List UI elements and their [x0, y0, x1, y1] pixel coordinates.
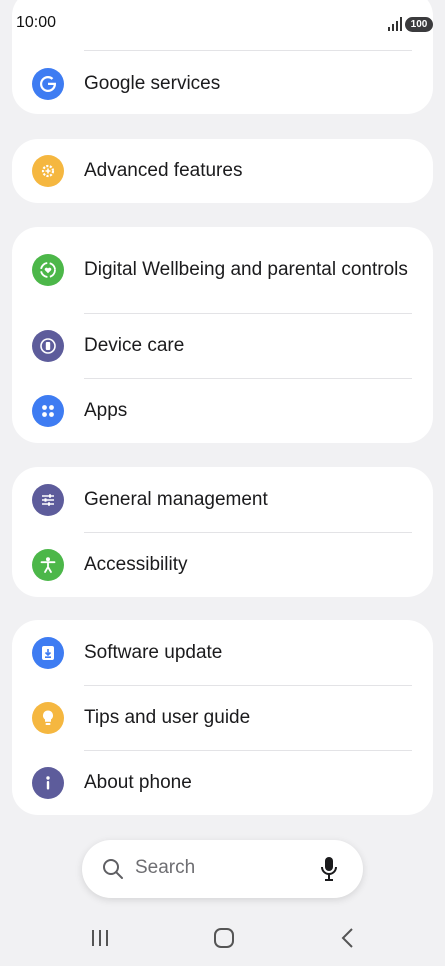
settings-row-advanced-features[interactable]: Advanced features — [12, 139, 433, 203]
settings-row-apps[interactable]: Apps — [12, 378, 433, 443]
camera-cutout — [209, 12, 236, 39]
settings-row-label: Digital Wellbeing and parental controls — [84, 259, 408, 280]
settings-row-label: Software update — [84, 641, 223, 663]
battery-care-icon — [32, 329, 64, 362]
settings-row-digital-wellbeing[interactable]: Digital Wellbeing and parental controls — [12, 227, 433, 313]
navigation-bar — [0, 912, 445, 966]
search-placeholder: Search — [135, 857, 196, 878]
settings-row-label: Advanced features — [84, 160, 243, 181]
settings-row-device-care[interactable]: Device care — [12, 313, 433, 378]
signal-icon — [388, 17, 402, 31]
google-icon — [32, 67, 64, 100]
home-icon[interactable] — [210, 924, 238, 952]
heart-circle-icon — [32, 254, 64, 286]
microphone-icon[interactable] — [319, 856, 339, 882]
settings-row-general-management[interactable]: General management — [12, 467, 433, 532]
settings-row-google-services[interactable]: Google services — [12, 51, 433, 116]
settings-row-accessibility[interactable]: Accessibility — [12, 532, 433, 597]
card-management: General management Accessibility — [12, 467, 433, 597]
card-wellbeing: Digital Wellbeing and parental controls … — [12, 227, 433, 443]
card-software: Software update Tips and user guide Abou… — [12, 620, 433, 815]
settings-row-label: Accessibility — [84, 553, 188, 575]
settings-row-label: About phone — [84, 771, 192, 793]
card-advanced: Advanced features — [12, 139, 433, 203]
settings-row-tips[interactable]: Tips and user guide — [12, 685, 433, 750]
settings-row-label: Google services — [84, 72, 221, 94]
settings-row-label: Device care — [84, 334, 185, 356]
settings-row-about-phone[interactable]: About phone — [12, 750, 433, 815]
gear-plus-icon — [32, 155, 64, 187]
download-icon — [32, 636, 64, 669]
apps-grid-icon — [32, 394, 64, 427]
settings-row-software-update[interactable]: Software update — [12, 620, 433, 685]
back-icon[interactable] — [334, 924, 362, 952]
sliders-icon — [32, 483, 64, 516]
battery-badge: 100 — [405, 17, 433, 32]
status-time: 10:00 — [16, 14, 57, 31]
settings-row-label: Apps — [84, 399, 128, 421]
search-icon — [103, 859, 123, 879]
settings-row-label: Tips and user guide — [84, 706, 251, 728]
settings-row-label: General management — [84, 488, 268, 510]
accessibility-person-icon — [32, 548, 64, 581]
lightbulb-icon — [32, 701, 64, 734]
status-bar: 10:00 100 — [0, 0, 445, 50]
search-bar[interactable]: Search — [82, 840, 363, 898]
recent-apps-icon[interactable] — [86, 924, 114, 952]
info-icon — [32, 766, 64, 799]
